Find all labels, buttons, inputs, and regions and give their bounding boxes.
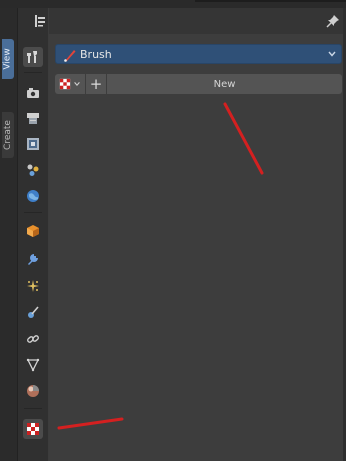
world-icon[interactable] [23, 186, 43, 206]
object-data-icon[interactable] [23, 355, 43, 375]
brush-icon [64, 50, 76, 62]
new-texture-label: New [213, 78, 236, 90]
tab-view[interactable]: View [2, 39, 14, 79]
texture-icon [59, 78, 71, 90]
brush-selector[interactable]: Brush [55, 44, 342, 64]
chevron-down-icon [328, 51, 336, 57]
object-icon[interactable] [23, 221, 43, 241]
texture-row: + New [55, 74, 342, 94]
add-texture-button[interactable]: + [86, 74, 106, 94]
tab-create-label: Create [3, 120, 13, 150]
properties-tab-column [18, 8, 48, 461]
blender-properties-editor: View Create Brush + New [0, 0, 346, 461]
texture-icon[interactable] [23, 419, 43, 439]
material-icon[interactable] [23, 381, 43, 401]
properties-main-area: Brush + New [35, 8, 346, 461]
scene-icon[interactable] [23, 160, 43, 180]
render-icon[interactable] [23, 83, 43, 103]
sidebar-tabs: View Create [0, 8, 18, 461]
modifier-icon[interactable] [23, 249, 43, 269]
editor-type-icon[interactable] [30, 11, 50, 31]
constraints-icon[interactable] [23, 329, 43, 349]
tab-create[interactable]: Create [2, 112, 14, 158]
new-texture-button[interactable]: New [107, 74, 342, 94]
output-icon[interactable] [23, 108, 43, 128]
physics-icon[interactable] [23, 302, 43, 322]
particles-icon[interactable] [23, 276, 43, 296]
brush-name: Brush [80, 48, 112, 61]
tab-view-label: View [3, 48, 14, 70]
top-strip [0, 0, 346, 8]
properties-header [35, 8, 346, 34]
view-layer-icon[interactable] [23, 134, 43, 154]
texture-browse-button[interactable] [55, 74, 85, 94]
tool-icon[interactable] [23, 47, 43, 67]
chevron-down-icon [74, 82, 80, 87]
pin-icon[interactable] [326, 13, 340, 28]
